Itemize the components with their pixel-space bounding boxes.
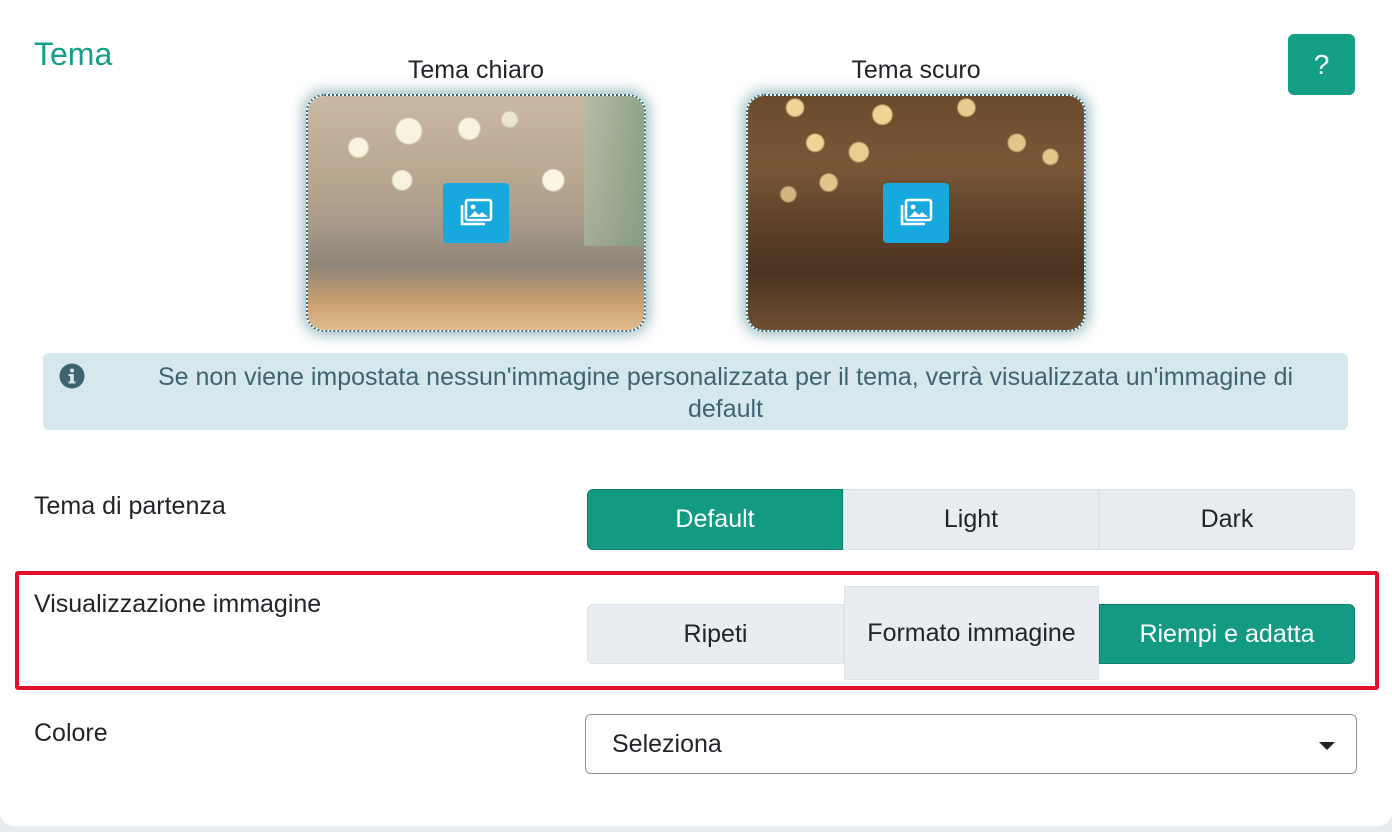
light-theme-upload-button[interactable] xyxy=(443,183,509,243)
start-theme-option-dark[interactable]: Dark xyxy=(1099,489,1355,550)
help-button[interactable]: ? xyxy=(1288,34,1355,95)
light-theme-label: Tema chiaro xyxy=(407,56,545,84)
info-text: Se non viene impostata nessun'immagine p… xyxy=(157,363,1294,423)
info-alert: Se non viene impostata nessun'immagine p… xyxy=(43,353,1348,430)
start-theme-segmented-control: Default Light Dark xyxy=(587,489,1355,550)
color-select-value: Seleziona xyxy=(612,730,722,758)
image-display-option-fill[interactable]: Riempi e adatta xyxy=(1099,604,1355,664)
images-icon xyxy=(900,198,933,226)
dark-theme-upload-button[interactable] xyxy=(883,183,949,243)
start-theme-option-default[interactable]: Default xyxy=(587,489,843,550)
caret-down-icon xyxy=(1319,742,1335,750)
image-display-label: Visualizzazione immagine xyxy=(34,590,322,618)
theme-settings-card: Tema ? Tema chiaro Tema scuro Se non vie… xyxy=(0,0,1392,826)
image-display-option-image-format[interactable]: Formato immagine xyxy=(844,586,1099,680)
light-theme-image[interactable] xyxy=(306,94,646,332)
color-label: Colore xyxy=(34,719,108,747)
images-icon xyxy=(460,198,493,226)
color-select[interactable]: Seleziona xyxy=(585,714,1357,774)
start-theme-label: Tema di partenza xyxy=(34,492,226,520)
image-display-option-repeat[interactable]: Ripeti xyxy=(587,604,844,664)
dark-theme-preview: Tema scuro xyxy=(746,54,1086,332)
start-theme-option-light[interactable]: Light xyxy=(843,489,1099,550)
dark-theme-label: Tema scuro xyxy=(851,56,981,84)
light-theme-preview: Tema chiaro xyxy=(306,54,646,332)
info-circle-icon xyxy=(59,363,85,389)
dark-theme-image[interactable] xyxy=(746,94,1086,332)
section-title: Tema xyxy=(34,36,113,72)
image-display-segmented-control: Ripeti Formato immagine Riempi e adatta xyxy=(587,586,1355,680)
